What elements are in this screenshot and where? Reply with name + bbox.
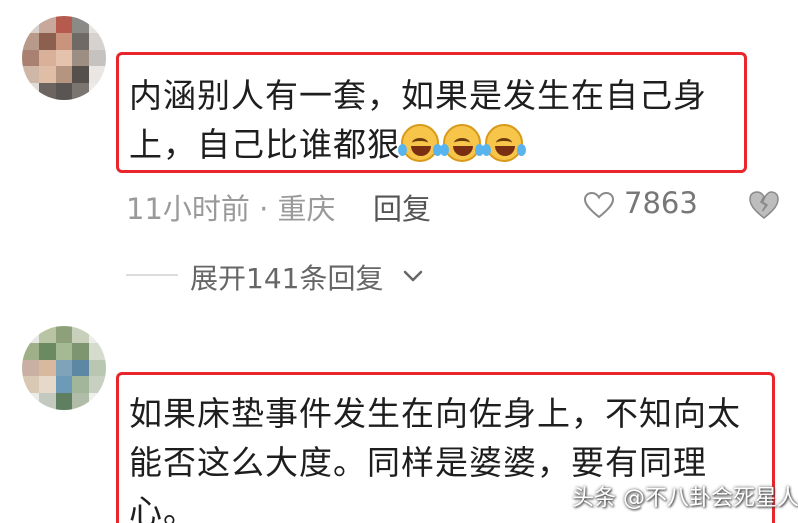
expand-replies-label: 展开141条回复 — [190, 262, 384, 295]
comment-time-location: 11小时前 · 重庆 — [126, 192, 336, 226]
chevron-down-icon — [403, 270, 423, 282]
reply-button[interactable]: 回复 — [373, 186, 431, 228]
comment-meta: 11小时前 · 重庆 回复 7863 — [126, 182, 786, 226]
watermark: 头条 @不八卦会死星人 — [572, 486, 798, 511]
laugh-cry-emoji-icon — [398, 124, 442, 162]
avatar[interactable] — [22, 16, 106, 100]
comment-line: 内涵别人有一套，如果是发生在自己身 — [129, 76, 707, 115]
heart-like-icon[interactable] — [584, 192, 614, 219]
avatar[interactable] — [22, 326, 106, 410]
laugh-cry-emoji-icon — [440, 124, 484, 162]
comment-line: 上，自己比谁都狠 — [129, 120, 734, 169]
comment-line-text: 上，自己比谁都狠 — [129, 125, 401, 164]
broken-heart-icon[interactable] — [748, 190, 780, 220]
comment-feed: 内涵别人有一套，如果是发生在自己身 上，自己比谁都狠 11小时前 · 重庆 回复… — [0, 0, 798, 523]
comment-line: 如果床垫事件发生在向佐身上，不知向太 — [129, 394, 741, 433]
divider — [126, 274, 178, 276]
laugh-cry-emoji-icon — [482, 124, 526, 162]
like-count: 7863 — [624, 186, 698, 220]
comment-text-highlighted: 内涵别人有一套，如果是发生在自己身 上，自己比谁都狠 — [116, 52, 747, 173]
